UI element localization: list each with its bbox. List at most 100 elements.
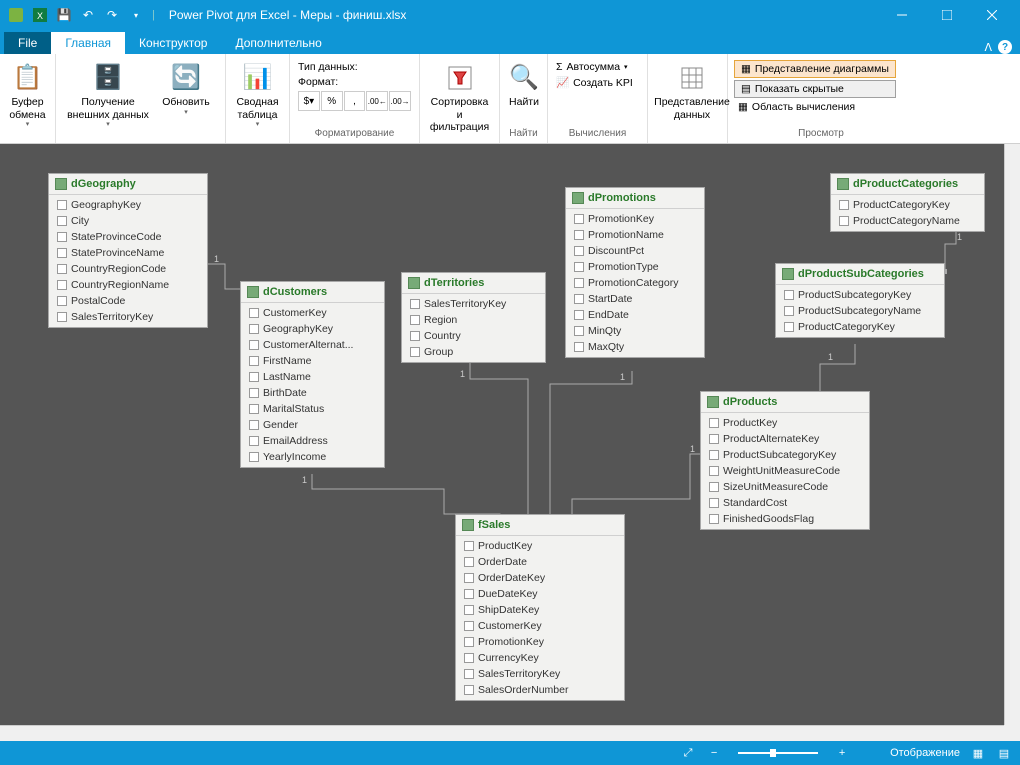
close-button[interactable] xyxy=(969,0,1014,30)
minimize-button[interactable] xyxy=(879,0,924,30)
table-fSales[interactable]: fSales ProductKeyOrderDateOrderDateKeyDue… xyxy=(455,514,625,701)
table-field[interactable]: GeographyKey xyxy=(49,197,207,213)
table-field[interactable]: SalesTerritoryKey xyxy=(49,309,207,325)
pivot-table-button[interactable]: 📊 Сводная таблица ▾ xyxy=(232,60,283,132)
table-header[interactable]: dProductCategories xyxy=(831,174,984,195)
redo-icon[interactable]: ↷ xyxy=(102,5,122,25)
diagram-view-button[interactable]: ▦Представление диаграммы xyxy=(734,60,896,78)
table-field[interactable]: StartDate xyxy=(566,291,704,307)
comma-button[interactable]: , xyxy=(344,91,366,111)
table-field[interactable]: ProductSubcategoryKey xyxy=(776,287,944,303)
table-field[interactable]: OrderDateKey xyxy=(456,570,624,586)
table-field[interactable]: DueDateKey xyxy=(456,586,624,602)
table-field[interactable]: PromotionKey xyxy=(566,211,704,227)
get-data-button[interactable]: 🗄️ Получение внешних данных ▾ xyxy=(62,60,154,132)
table-field[interactable]: ProductCategoryKey xyxy=(831,197,984,213)
diagramview-icon[interactable]: ▤ xyxy=(996,745,1012,761)
refresh-button[interactable]: 🔄 Обновить ▾ xyxy=(156,60,216,119)
table-header[interactable]: dCustomers xyxy=(241,282,384,303)
collapse-ribbon-icon[interactable]: ᐱ xyxy=(984,41,992,54)
zoom-out-icon[interactable]: − xyxy=(706,745,722,761)
table-field[interactable]: YearlyIncome xyxy=(241,449,384,465)
tab-file[interactable]: File xyxy=(4,32,51,54)
diagram-canvas[interactable]: 1 1 1 1 1 1 1 dGeographyGeographyKeyCity… xyxy=(0,144,1004,725)
table-field[interactable]: PromotionKey xyxy=(456,634,624,650)
table-field[interactable]: BirthDate xyxy=(241,385,384,401)
table-field[interactable]: PromotionType xyxy=(566,259,704,275)
table-field[interactable]: OrderDate xyxy=(456,554,624,570)
table-field[interactable]: ProductSubcategoryName xyxy=(776,303,944,319)
table-field[interactable]: CountryRegionCode xyxy=(49,261,207,277)
gridview-icon[interactable]: ▦ xyxy=(970,745,986,761)
calc-area-button[interactable]: ▦Область вычисления xyxy=(734,100,896,114)
table-field[interactable]: PostalCode xyxy=(49,293,207,309)
vertical-scrollbar[interactable] xyxy=(1004,144,1020,725)
table-field[interactable]: ProductCategoryKey xyxy=(776,319,944,335)
tab-design[interactable]: Конструктор xyxy=(125,32,221,54)
table-field[interactable]: SalesTerritoryKey xyxy=(402,296,545,312)
table-header[interactable]: dProducts xyxy=(701,392,869,413)
excel-icon[interactable]: X xyxy=(30,5,50,25)
undo-icon[interactable]: ↶ xyxy=(78,5,98,25)
table-field[interactable]: CurrencyKey xyxy=(456,650,624,666)
table-header[interactable]: dTerritories xyxy=(402,273,545,294)
tab-advanced[interactable]: Дополнительно xyxy=(221,32,335,54)
table-field[interactable]: MinQty xyxy=(566,323,704,339)
table-dGeography[interactable]: dGeography GeographyKeyCityStateProvinceC… xyxy=(48,173,208,328)
tab-home[interactable]: Главная xyxy=(51,32,125,54)
table-field[interactable]: ProductSubcategoryKey xyxy=(701,447,869,463)
percent-button[interactable]: % xyxy=(321,91,343,111)
horizontal-scrollbar[interactable] xyxy=(0,725,1004,741)
table-field[interactable]: City xyxy=(49,213,207,229)
table-field[interactable]: StateProvinceName xyxy=(49,245,207,261)
decrease-decimal-button[interactable]: .00→ xyxy=(389,91,411,111)
table-field[interactable]: EndDate xyxy=(566,307,704,323)
clipboard-button[interactable]: 📋 Буфер обмена ▾ xyxy=(6,60,49,132)
table-field[interactable]: ProductKey xyxy=(701,415,869,431)
table-header[interactable]: fSales xyxy=(456,515,624,536)
table-field[interactable]: GeographyKey xyxy=(241,321,384,337)
table-field[interactable]: MaritalStatus xyxy=(241,401,384,417)
table-field[interactable]: FinishedGoodsFlag xyxy=(701,511,869,527)
table-dProducts[interactable]: dProducts ProductKeyProductAlternateKeyPr… xyxy=(700,391,870,530)
table-field[interactable]: SizeUnitMeasureCode xyxy=(701,479,869,495)
table-field[interactable]: LastName xyxy=(241,369,384,385)
find-button[interactable]: 🔍 Найти xyxy=(506,60,542,111)
data-view-button[interactable]: Представление данных xyxy=(654,60,730,123)
table-field[interactable]: CustomerKey xyxy=(456,618,624,634)
table-field[interactable]: SalesOrderNumber xyxy=(456,682,624,698)
table-field[interactable]: DiscountPct xyxy=(566,243,704,259)
save-icon[interactable]: 💾 xyxy=(54,5,74,25)
table-header[interactable]: dProductSubCategories xyxy=(776,264,944,285)
table-field[interactable]: ShipDateKey xyxy=(456,602,624,618)
zoom-in-icon[interactable]: + xyxy=(834,745,850,761)
table-field[interactable]: CustomerKey xyxy=(241,305,384,321)
table-field[interactable]: StandardCost xyxy=(701,495,869,511)
table-dProductCategories[interactable]: dProductCategoriesProductCategoryKeyProd… xyxy=(830,173,985,232)
table-field[interactable]: ProductKey xyxy=(456,538,624,554)
table-field[interactable]: MaxQty xyxy=(566,339,704,355)
maximize-button[interactable] xyxy=(924,0,969,30)
create-kpi-button[interactable]: 📈Создать KPI xyxy=(554,75,635,90)
table-field[interactable]: Country xyxy=(402,328,545,344)
table-field[interactable]: StateProvinceCode xyxy=(49,229,207,245)
table-field[interactable]: ProductAlternateKey xyxy=(701,431,869,447)
zoom-slider[interactable] xyxy=(738,752,818,754)
show-hidden-button[interactable]: ▤Показать скрытые xyxy=(734,80,896,98)
table-field[interactable]: WeightUnitMeasureCode xyxy=(701,463,869,479)
table-field[interactable]: EmailAddress xyxy=(241,433,384,449)
table-dProductSubCategories[interactable]: dProductSubCategories ProductSubcategoryK… xyxy=(775,263,945,338)
app-icon[interactable] xyxy=(6,5,26,25)
increase-decimal-button[interactable]: .00← xyxy=(366,91,388,111)
help-icon[interactable]: ? xyxy=(998,40,1012,54)
table-field[interactable]: CountryRegionName xyxy=(49,277,207,293)
table-header[interactable]: dGeography xyxy=(49,174,207,195)
table-field[interactable]: PromotionName xyxy=(566,227,704,243)
table-dCustomers[interactable]: dCustomers CustomerKeyGeographyKeyCustome… xyxy=(240,281,385,468)
table-field[interactable]: FirstName xyxy=(241,353,384,369)
sort-filter-button[interactable]: Сортировка и фильтрация xyxy=(426,60,493,136)
qat-dropdown-icon[interactable]: ▾ xyxy=(126,5,146,25)
table-field[interactable]: CustomerAlternat... xyxy=(241,337,384,353)
table-header[interactable]: dPromotions xyxy=(566,188,704,209)
table-field[interactable]: SalesTerritoryKey xyxy=(456,666,624,682)
